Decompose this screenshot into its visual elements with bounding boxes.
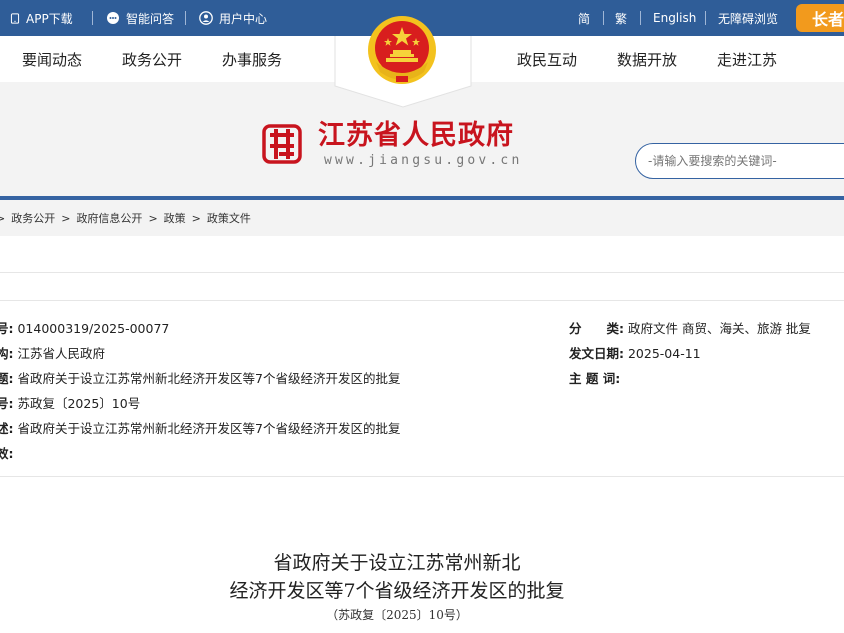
meta-label: 号:: [0, 396, 14, 411]
nav-item-about[interactable]: 走进江苏: [717, 36, 777, 82]
document-title-line2: 经济开发区等7个省级经济开发区的批复: [229, 580, 565, 602]
breadcrumb-separator: >: [148, 211, 158, 225]
meta-value: 江苏省人民政府: [17, 346, 105, 361]
divider: [0, 300, 844, 301]
nav-item-label: 政民互动: [517, 50, 578, 69]
document-number: （苏政复〔2025〕10号）: [326, 608, 468, 622]
meta-label: 构:: [0, 346, 14, 361]
meta-row-keywords: 主 题 词:: [569, 368, 620, 387]
accessible-link[interactable]: 无障碍浏览: [718, 0, 778, 36]
elder-mode-button[interactable]: 长者: [796, 4, 844, 32]
nav-item-open-data[interactable]: 数据开放: [617, 36, 677, 82]
nav-item-news[interactable]: 要闻动态: [22, 36, 82, 82]
breadcrumb-separator: >: [61, 211, 71, 225]
meta-row-validity: 效:: [0, 443, 14, 462]
user-center-label: 用户中心: [219, 11, 268, 26]
meta-label: 发文日期:: [569, 346, 624, 361]
meta-row-doc-number: 号: 苏政复〔2025〕10号: [0, 393, 140, 412]
document-title-line1: 省政府关于设立江苏常州新北: [273, 552, 521, 574]
smart-qa-link[interactable]: 智能问答: [106, 0, 174, 36]
nav-item-label: 数据开放: [617, 50, 678, 69]
meta-label: 效:: [0, 446, 14, 461]
meta-value: 2025-04-11: [627, 346, 701, 361]
meta-row-publisher: 构: 江苏省人民政府: [0, 343, 105, 362]
divider: [0, 476, 844, 477]
elder-mode-label: 长者: [812, 10, 844, 29]
accessible-label: 无障碍浏览: [718, 11, 779, 26]
user-icon: [199, 11, 213, 25]
meta-row-title: 题: 省政府关于设立江苏常州新北经济开发区等7个省级经济开发区的批复: [0, 368, 400, 387]
nav-item-interaction[interactable]: 政民互动: [517, 36, 577, 82]
breadcrumb-item-gov-info[interactable]: 政府信息公开: [76, 210, 142, 226]
breadcrumb-item-policy-docs[interactable]: 政策文件: [207, 210, 251, 226]
divider: [185, 11, 186, 25]
meta-value: 政府文件 商贸、海关、旅游 批复: [627, 321, 811, 336]
meta-value: 省政府关于设立江苏常州新北经济开发区等7个省级经济开发区的批复: [17, 421, 401, 436]
meta-value: 苏政复〔2025〕10号: [17, 396, 141, 411]
simplified-label: 简: [578, 11, 591, 26]
nav-item-label: 要闻动态: [22, 50, 83, 69]
nav-item-label: 办事服务: [222, 50, 283, 69]
traditional-label: 繁: [615, 11, 628, 26]
phone-icon: [10, 12, 20, 24]
meta-label: 主 题 词:: [569, 371, 621, 386]
divider: [603, 11, 604, 25]
meta-value: 省政府关于设立江苏常州新北经济开发区等7个省级经济开发区的批复: [17, 371, 401, 386]
breadcrumb-separator: >: [0, 211, 6, 225]
meta-row-index: 号: 014000319/2025-00077: [0, 318, 169, 337]
english-link[interactable]: English: [653, 0, 696, 36]
breadcrumb: > 政务公开 > 政府信息公开 > 政策 > 政策文件: [0, 200, 844, 236]
divider: [0, 272, 844, 273]
divider: [640, 11, 641, 25]
divider: [705, 11, 706, 25]
smart-qa-label: 智能问答: [126, 11, 175, 26]
meta-row-summary: 述: 省政府关于设立江苏常州新北经济开发区等7个省级经济开发区的批复: [0, 418, 400, 437]
meta-label: 述:: [0, 421, 14, 436]
nav-item-label: 走进江苏: [717, 50, 778, 69]
app-download-label: APP下载: [26, 11, 73, 26]
meta-label: 分 类:: [569, 321, 624, 336]
nav-item-services[interactable]: 办事服务: [222, 36, 282, 82]
user-center-link[interactable]: 用户中心: [199, 0, 267, 36]
traditional-link[interactable]: 繁: [615, 0, 627, 36]
meta-label: 题:: [0, 371, 14, 386]
meta-row-category: 分 类: 政府文件 商贸、海关、旅游 批复: [569, 318, 811, 337]
divider: [92, 11, 93, 25]
nav-item-gov-affairs[interactable]: 政务公开: [122, 36, 182, 82]
meta-row-issue-date: 发文日期: 2025-04-11: [569, 343, 701, 362]
breadcrumb-separator: >: [191, 211, 201, 225]
national-emblem-icon[interactable]: [366, 14, 438, 86]
breadcrumb-item-policy[interactable]: 政策: [164, 210, 186, 226]
meta-value: 014000319/2025-00077: [17, 321, 170, 336]
breadcrumb-item-gov-affairs[interactable]: 政务公开: [11, 210, 55, 226]
simplified-link[interactable]: 简: [578, 0, 590, 36]
english-label: English: [653, 11, 697, 25]
search-input[interactable]: [635, 143, 844, 179]
site-title: 江苏省人民政府: [318, 120, 514, 151]
nav-item-label: 政务公开: [122, 50, 183, 69]
jiangsu-logo-icon: [262, 124, 302, 164]
site-url: www.jiangsu.gov.cn: [324, 153, 523, 168]
app-download-link[interactable]: APP下载: [10, 0, 73, 36]
chat-icon: [107, 12, 119, 24]
meta-label: 号:: [0, 321, 14, 336]
